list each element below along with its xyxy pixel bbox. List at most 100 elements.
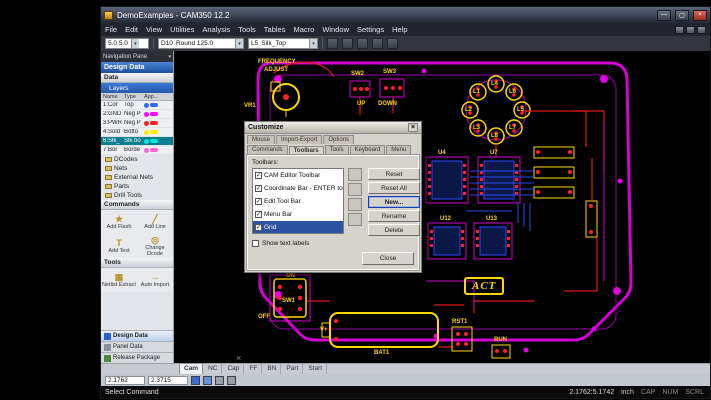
grid-toggle-button[interactable] bbox=[203, 376, 212, 385]
tab-bn[interactable]: BN bbox=[263, 364, 281, 374]
toolbar-button-4[interactable] bbox=[372, 38, 383, 49]
tab-mouse[interactable]: Mouse bbox=[247, 135, 275, 144]
coordinate-input[interactable]: 5.0 5.0 ▾ bbox=[105, 38, 149, 49]
layer-select[interactable]: L5 Silk_Top ▾ bbox=[248, 38, 318, 49]
layer-row-6[interactable]: 6:Slk_ Slk bo bbox=[101, 137, 173, 146]
tab-design-data[interactable]: Design Data bbox=[101, 330, 173, 341]
commands-section-header[interactable]: Commands bbox=[101, 200, 173, 210]
tab-nc[interactable]: NC bbox=[204, 364, 222, 374]
layer-shape-swatch[interactable] bbox=[150, 130, 158, 134]
layer-row-1[interactable]: 1:Cor Top bbox=[101, 101, 173, 110]
chevron-down-icon[interactable]: ▾ bbox=[168, 54, 171, 60]
status-button-1[interactable] bbox=[215, 376, 224, 385]
toolbars-listbox[interactable]: ✓ CAM Editor Toolbar ✓ Coordinate Bar - … bbox=[252, 168, 344, 234]
layer-row-4[interactable]: 4:Sold Botto bbox=[101, 128, 173, 137]
menu-tools[interactable]: Tools bbox=[238, 25, 256, 34]
layer-color-swatch[interactable] bbox=[144, 148, 149, 153]
dcode-select[interactable]: D10 Round 125.0 ▾ bbox=[158, 38, 244, 49]
checkbox-checked[interactable]: ✓ bbox=[255, 224, 262, 231]
dialog-close-icon[interactable]: × bbox=[408, 123, 418, 132]
layer-color-swatch[interactable] bbox=[144, 112, 149, 117]
reset-all-button[interactable]: Reset All bbox=[368, 182, 420, 194]
minimize-button[interactable]: — bbox=[657, 10, 671, 21]
menu-tables[interactable]: Tables bbox=[264, 25, 286, 34]
tab-part[interactable]: Part bbox=[282, 364, 303, 374]
layer-row-2[interactable]: 2:GND Neg P bbox=[101, 110, 173, 119]
tab-keyboard[interactable]: Keyboard bbox=[350, 145, 386, 154]
pcb-canvas[interactable]: FREQUENCY ADJUST VR1 SW2 UP SW3 DOWN L4 … bbox=[174, 51, 710, 363]
maximize-button[interactable]: ▢ bbox=[675, 10, 689, 21]
status-button-2[interactable] bbox=[227, 376, 236, 385]
add-line-command[interactable]: ╱ Add Line bbox=[137, 210, 173, 234]
layer-color-swatch[interactable] bbox=[144, 130, 149, 135]
dialog-close-button[interactable]: Close bbox=[362, 252, 414, 265]
list-item[interactable]: ✓ Coordinate Bar - ENTER to accept; @ fo… bbox=[253, 182, 343, 195]
menu-file[interactable]: File bbox=[105, 25, 117, 34]
menu-window-icon-2[interactable] bbox=[686, 26, 695, 34]
reset-button[interactable]: Reset bbox=[368, 168, 420, 180]
tab-commands[interactable]: Commands bbox=[247, 145, 288, 154]
checkbox-checked[interactable]: ✓ bbox=[255, 211, 262, 218]
tab-tools[interactable]: Tools bbox=[325, 145, 349, 154]
toolbar-button-1[interactable] bbox=[327, 38, 338, 49]
tree-item-parts[interactable]: Parts bbox=[101, 182, 173, 191]
layer-shape-swatch[interactable] bbox=[150, 103, 158, 107]
toolbar-button-5[interactable] bbox=[387, 38, 398, 49]
checkbox-unchecked[interactable] bbox=[252, 240, 259, 247]
tree-item-dcodes[interactable]: DCodes bbox=[101, 155, 173, 164]
delete-button[interactable]: Delete bbox=[368, 224, 420, 236]
tab-start[interactable]: Start bbox=[304, 364, 327, 374]
layer-row-3[interactable]: 3:PWR Neg P bbox=[101, 119, 173, 128]
menu-window-icon-3[interactable] bbox=[697, 26, 706, 34]
tab-toolbars[interactable]: Toolbars bbox=[289, 146, 324, 155]
tree-item-drill-tools[interactable]: Drill Tools bbox=[101, 191, 173, 200]
checkbox-checked[interactable]: ✓ bbox=[255, 185, 262, 192]
checkbox-checked[interactable]: ✓ bbox=[255, 172, 262, 179]
data-section-header[interactable]: Data bbox=[101, 73, 173, 83]
add-text-command[interactable]: T Add Text bbox=[101, 234, 137, 258]
tab-menu[interactable]: Menu bbox=[386, 145, 411, 154]
chevron-down-icon[interactable]: ▾ bbox=[235, 39, 243, 48]
tools-section-header[interactable]: Tools bbox=[101, 258, 173, 268]
tab-panel-data[interactable]: Panel Data bbox=[101, 341, 173, 352]
tab-ff[interactable]: FF bbox=[245, 364, 262, 374]
show-text-labels-row[interactable]: Show text labels bbox=[252, 240, 309, 247]
toolbar-button-3[interactable] bbox=[357, 38, 368, 49]
checkbox-checked[interactable]: ✓ bbox=[255, 198, 262, 205]
new-button[interactable]: New... bbox=[368, 196, 420, 208]
layer-shape-swatch[interactable] bbox=[150, 148, 158, 152]
list-item[interactable]: ✓ Edit Tool Bar bbox=[253, 195, 343, 208]
toolbar-button-2[interactable] bbox=[342, 38, 353, 49]
tree-item-nets[interactable]: Nets bbox=[101, 164, 173, 173]
menu-settings[interactable]: Settings bbox=[357, 25, 384, 34]
menu-edit[interactable]: Edit bbox=[125, 25, 138, 34]
dialog-title-bar[interactable]: Customize × bbox=[245, 122, 421, 134]
layer-color-swatch[interactable] bbox=[144, 139, 149, 144]
menu-help[interactable]: Help bbox=[392, 25, 407, 34]
menu-analysis[interactable]: Analysis bbox=[202, 25, 230, 34]
layer-color-swatch[interactable] bbox=[144, 121, 149, 126]
add-flash-command[interactable]: ★ Add Flash bbox=[101, 210, 137, 234]
change-dcode-command[interactable]: ◎ Change Dcode bbox=[137, 234, 173, 258]
chevron-down-icon[interactable]: ▾ bbox=[131, 39, 139, 48]
tab-cam[interactable]: Cam bbox=[179, 363, 203, 374]
close-button[interactable]: × bbox=[693, 10, 707, 21]
tab-release-package[interactable]: Release Package bbox=[101, 352, 173, 363]
layer-color-swatch[interactable] bbox=[144, 103, 149, 108]
auto-import-tool[interactable]: → Auto Import bbox=[137, 268, 173, 292]
menu-window[interactable]: Window bbox=[322, 25, 349, 34]
menu-view[interactable]: View bbox=[146, 25, 162, 34]
menu-utilities[interactable]: Utilities bbox=[170, 25, 194, 34]
list-item[interactable]: ✓ Menu Bar bbox=[253, 208, 343, 221]
list-item[interactable]: ✓ CAM Editor Toolbar bbox=[253, 169, 343, 182]
tab-options[interactable]: Options bbox=[323, 135, 354, 144]
layer-shape-swatch[interactable] bbox=[150, 139, 158, 143]
layer-shape-swatch[interactable] bbox=[150, 121, 158, 125]
tab-import-export[interactable]: Import-Export bbox=[276, 135, 322, 144]
layer-row-7[interactable]: 7:Bor Borde bbox=[101, 146, 173, 155]
layers-item[interactable]: Layers bbox=[101, 83, 173, 93]
menu-window-icon-1[interactable] bbox=[675, 26, 684, 34]
tree-item-external-nets[interactable]: External Nets bbox=[101, 173, 173, 182]
navigation-pane-header[interactable]: Navigation Pane ▾ bbox=[101, 51, 173, 62]
list-item-selected[interactable]: ✓ Grid bbox=[253, 221, 343, 234]
